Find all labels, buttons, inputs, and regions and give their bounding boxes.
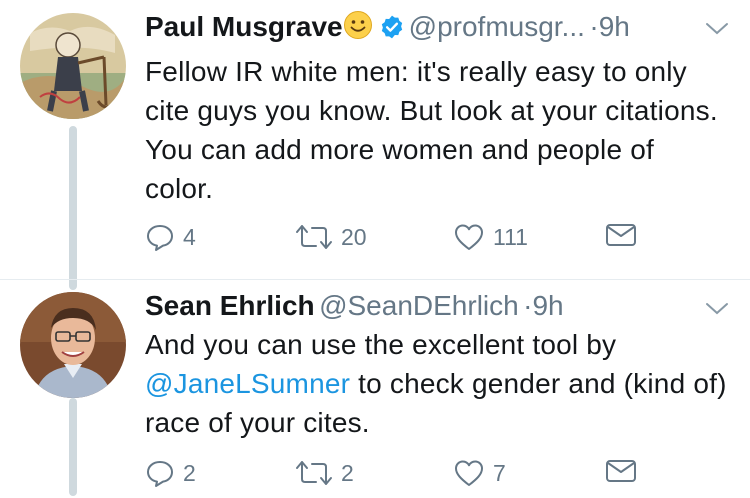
author-handle[interactable]: @SeanDEhrlich xyxy=(319,290,519,321)
tweet-actions: 2 2 7 xyxy=(145,458,730,498)
heart-icon xyxy=(453,458,485,488)
reply-button[interactable]: 2 xyxy=(145,458,196,488)
timestamp[interactable]: 9h xyxy=(532,290,563,321)
reply-button[interactable]: 4 xyxy=(145,222,196,252)
avatar[interactable] xyxy=(20,292,126,398)
tweet-2[interactable]: Sean Ehrlich @SeanDEhrlich ·9h And you c… xyxy=(0,280,750,496)
separator-dot: · xyxy=(589,11,599,42)
direct-message-button[interactable] xyxy=(605,458,637,484)
tweet-actions: 4 20 111 xyxy=(145,222,730,262)
like-count: 111 xyxy=(493,223,528,250)
chevron-down-icon[interactable] xyxy=(704,300,730,323)
avatar-photo xyxy=(20,292,126,398)
envelope-icon xyxy=(605,458,637,484)
avatar[interactable] xyxy=(20,13,126,119)
author-handle[interactable]: @profmusgr... xyxy=(409,11,585,42)
tweet-header: Paul Musgrave @profmusgr... ·9h xyxy=(145,10,730,50)
retweet-button[interactable]: 2 xyxy=(295,458,354,488)
reply-icon xyxy=(145,458,175,488)
like-button[interactable]: 7 xyxy=(453,458,506,488)
tweet-1[interactable]: Paul Musgrave @profmusgr... ·9h Fellow I… xyxy=(0,0,750,290)
avatar-illustration xyxy=(20,13,126,119)
smiling-face-icon xyxy=(343,10,373,45)
reply-count: 2 xyxy=(183,459,196,486)
thread-line xyxy=(69,398,77,496)
heart-icon xyxy=(453,222,485,252)
direct-message-button[interactable] xyxy=(605,222,637,248)
author-name[interactable]: Sean Ehrlich xyxy=(145,290,315,321)
reply-icon xyxy=(145,222,175,252)
like-count: 7 xyxy=(493,459,506,486)
timestamp[interactable]: 9h xyxy=(599,11,630,42)
retweet-count: 20 xyxy=(341,223,367,250)
thread-line xyxy=(69,126,77,290)
chevron-down-icon[interactable] xyxy=(704,20,730,43)
reply-count: 4 xyxy=(183,223,196,250)
tweet-header: Sean Ehrlich @SeanDEhrlich ·9h xyxy=(145,290,730,330)
retweet-icon xyxy=(295,222,333,252)
retweet-icon xyxy=(295,458,333,488)
retweet-button[interactable]: 20 xyxy=(295,222,367,252)
tweet-text: Fellow IR white men: it's really easy to… xyxy=(145,56,718,204)
verified-badge-icon xyxy=(379,14,405,45)
retweet-count: 2 xyxy=(341,459,354,486)
envelope-icon xyxy=(605,222,637,248)
tweet-text: And you can use the excellent tool by @J… xyxy=(145,325,730,442)
tweet-text-part: And you can use the excellent tool by xyxy=(145,329,617,360)
like-button[interactable]: 111 xyxy=(453,222,528,252)
author-name[interactable]: Paul Musgrave xyxy=(145,11,343,42)
mention-link[interactable]: @JaneLSumner xyxy=(145,368,350,399)
